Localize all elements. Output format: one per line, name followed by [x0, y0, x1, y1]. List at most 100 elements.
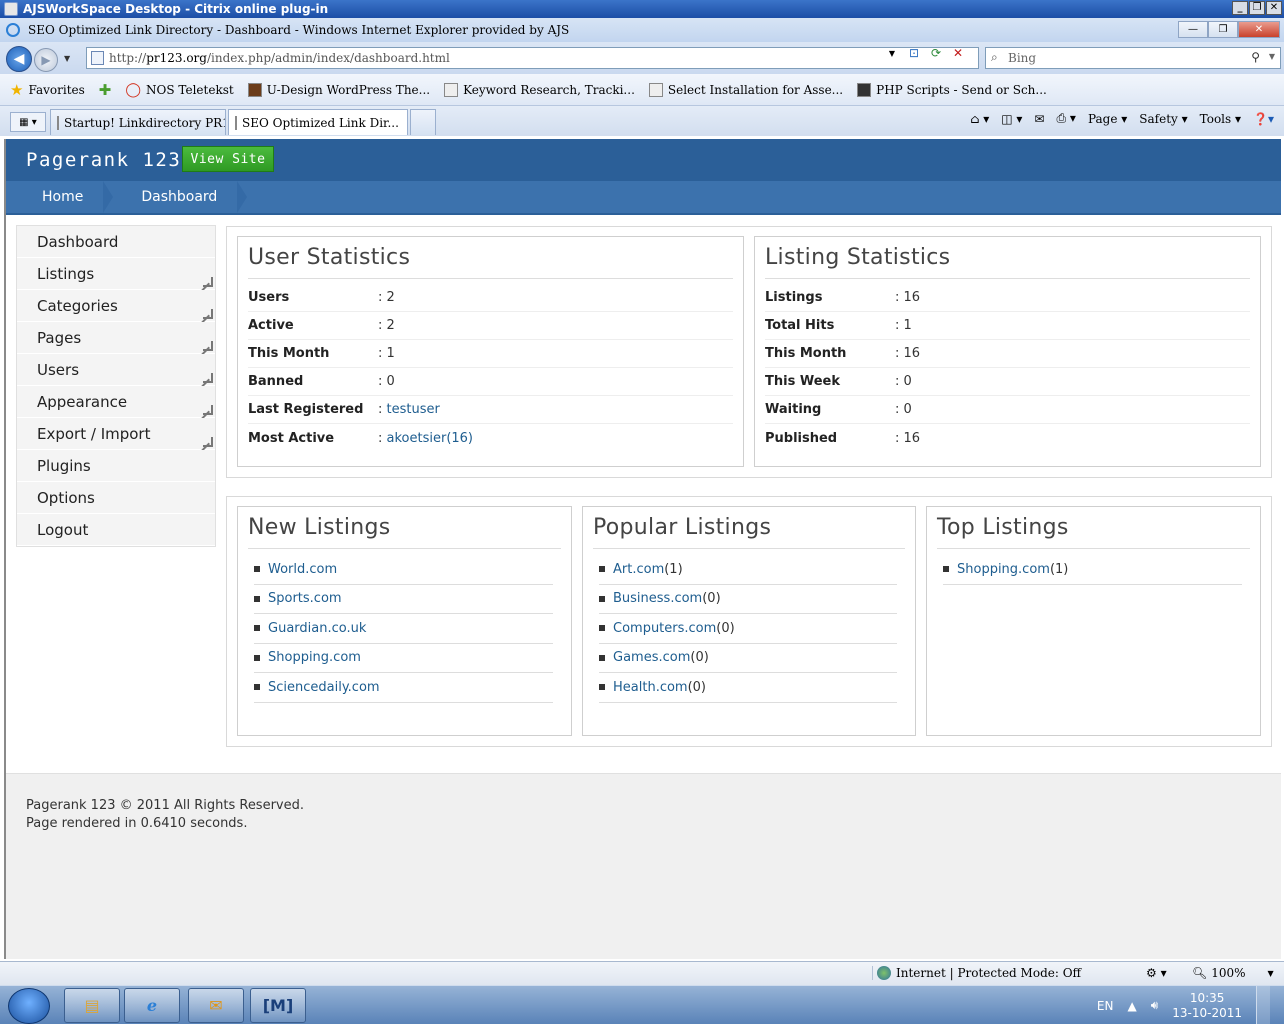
outlook-icon: ✉	[209, 996, 223, 1015]
home-icon[interactable]: ⌂ ▾	[970, 112, 989, 126]
minimize-button[interactable]: _	[1232, 1, 1248, 15]
list-item: Business.com (0)	[599, 585, 897, 614]
restore-button[interactable]: ❐	[1249, 1, 1265, 15]
tab-startup[interactable]: Startup! Linkdirectory PR1...	[50, 109, 226, 135]
browser-restore-button[interactable]: ❐	[1208, 21, 1238, 38]
list-item: Sports.com	[254, 585, 553, 614]
favorite-link-keyword[interactable]: Keyword Research, Tracki...	[444, 82, 635, 97]
sidebar-item-dashboard[interactable]: Dashboard	[17, 226, 215, 258]
ie-page-icon	[444, 82, 459, 97]
address-dropdown-icon[interactable]: ▼	[884, 45, 900, 61]
stat-row: Waiting: 0	[765, 396, 1250, 424]
search-icon[interactable]: ⚲	[1251, 50, 1260, 64]
bullet-icon	[254, 654, 260, 661]
bullet-icon	[599, 595, 605, 602]
search-options-icon[interactable]: ▼	[1269, 52, 1275, 61]
feeds-icon[interactable]: ◫ ▾	[1001, 112, 1022, 126]
sidebar-item-options[interactable]: Options	[17, 482, 215, 514]
volume-icon[interactable]: 🔊︎	[1151, 998, 1159, 1013]
sidebar-item-categories[interactable]: Categories	[17, 290, 215, 322]
ie-icon: e	[146, 996, 158, 1015]
popular-listings-title: Popular Listings	[593, 507, 905, 549]
sidebar-item-users[interactable]: Users	[17, 354, 215, 386]
search-bar[interactable]: ⌕ Bing ⚲ ▼	[985, 47, 1281, 69]
stat-row: Most Active: akoetsier(16)	[248, 430, 474, 446]
brand-title: Pagerank 123	[26, 149, 182, 171]
breadcrumb-home[interactable]: Home	[6, 181, 114, 213]
browser-title-bar: SEO Optimized Link Directory - Dashboard…	[0, 18, 1284, 42]
view-site-button[interactable]: View Site	[182, 146, 274, 172]
language-indicator[interactable]: EN	[1097, 999, 1114, 1013]
favorite-link-udesign[interactable]: U-Design WordPress The...	[247, 82, 430, 97]
sidebar-item-export-import[interactable]: Export / Import	[17, 418, 215, 450]
listing-statistics-table: Listings: 16 Total Hits: 1 This Month: 1…	[765, 279, 1250, 452]
clock[interactable]: 10:35 13-10-2011	[1172, 991, 1242, 1021]
tools-menu[interactable]: Tools ▾	[1200, 112, 1241, 126]
favorite-link-nos[interactable]: ◯ NOS Teletekst	[125, 82, 233, 98]
quick-tabs-button[interactable]: ▦ ▾	[10, 112, 46, 132]
bullet-icon	[599, 654, 605, 661]
sidebar-item-logout[interactable]: Logout	[17, 514, 215, 546]
mail-icon[interactable]: ✉	[1034, 112, 1044, 126]
taskbar-outlook[interactable]: ✉	[188, 988, 244, 1023]
screen: AJSWorkSpace Desktop - Citrix online plu…	[0, 0, 1284, 1024]
list-item: Art.com (1)	[599, 555, 897, 585]
last-registered-link[interactable]: testuser	[387, 402, 440, 417]
tray-arrow-icon[interactable]: ▲	[1127, 999, 1136, 1013]
sidebar-item-appearance[interactable]: Appearance	[17, 386, 215, 418]
forward-button[interactable]: ▶	[34, 48, 58, 72]
favorite-link-php[interactable]: PHP Scripts - Send or Sch...	[857, 82, 1047, 97]
browser-minimize-button[interactable]: —	[1178, 21, 1208, 38]
protected-mode-icon[interactable]: ⚙ ▾	[1146, 966, 1167, 980]
taskbar: ▤ e ✉ [M] EN ▲ 🔊︎ 10:35 13-10-2011	[0, 985, 1284, 1024]
back-button[interactable]: ◀	[6, 46, 32, 72]
popular-listings-box: Popular Listings Art.com (1) Business.co…	[582, 506, 916, 736]
taskbar-mail-app[interactable]: [M]	[250, 988, 306, 1023]
listing-statistics-title: Listing Statistics	[765, 237, 1250, 279]
sidebar-item-pages[interactable]: Pages	[17, 322, 215, 354]
taskbar-internet-explorer[interactable]: e	[124, 988, 180, 1023]
list-item: Computers.com (0)	[599, 614, 897, 644]
stat-row: Last Registered: testuser	[248, 396, 733, 424]
favorites-button[interactable]: ★ Favorites	[10, 81, 85, 99]
safety-menu[interactable]: Safety ▾	[1139, 112, 1187, 126]
arrow-left-icon: ◀	[13, 51, 25, 67]
close-button[interactable]: ✕	[1266, 1, 1282, 15]
page-menu[interactable]: Page ▾	[1088, 112, 1127, 126]
most-active-link[interactable]: akoetsier(16)	[387, 431, 474, 446]
list-item: Shopping.com (1)	[943, 555, 1242, 585]
address-host: pr123.org	[146, 51, 207, 65]
stat-row: Listings: 16	[765, 284, 1250, 312]
add-favorite-icon: ✚	[98, 80, 112, 99]
favorite-link-installation[interactable]: Select Installation for Asse...	[648, 82, 843, 97]
compatibility-view-icon[interactable]: ⊡	[906, 45, 922, 61]
top-listings-list: Shopping.com (1)	[937, 549, 1250, 585]
app-header: Pagerank 123 View Site	[6, 139, 1281, 181]
sidebar-item-plugins[interactable]: Plugins	[17, 450, 215, 482]
breadcrumb-dashboard[interactable]: Dashboard	[105, 181, 248, 213]
history-dropdown-icon[interactable]: ▼	[64, 54, 70, 63]
print-icon[interactable]: ⎙ ▾	[1057, 111, 1076, 126]
sidebar-item-listings[interactable]: Listings	[17, 258, 215, 290]
security-zone[interactable]: Internet | Protected Mode: Off	[872, 966, 1081, 980]
tab-seo-dashboard[interactable]: SEO Optimized Link Dir... ✕	[228, 109, 408, 135]
help-icon[interactable]: ❓▾	[1253, 112, 1274, 126]
list-item: World.com	[254, 555, 553, 585]
taskbar-explorer[interactable]: ▤	[64, 988, 120, 1023]
browser-window-controls: — ❐ ✕	[1178, 21, 1280, 38]
stop-icon[interactable]: ✕	[950, 45, 966, 61]
show-desktop-button[interactable]	[1256, 986, 1270, 1024]
ie-page-icon	[57, 115, 59, 130]
expand-corner-icon	[203, 341, 213, 351]
start-button[interactable]	[8, 988, 50, 1024]
add-favorite-button[interactable]: ✚	[99, 81, 112, 99]
stat-row: This Month: 1	[248, 340, 733, 368]
clock-time: 10:35	[1189, 990, 1225, 1005]
browser-close-button[interactable]: ✕	[1238, 21, 1280, 38]
search-placeholder: Bing	[1008, 51, 1037, 65]
refresh-icon[interactable]: ⟳	[928, 45, 944, 61]
new-listings-list: World.com Sports.com Guardian.co.uk Shop…	[248, 549, 561, 703]
address-bar[interactable]: http://pr123.org/index.php/admin/index/d…	[86, 47, 979, 69]
new-tab-button[interactable]	[410, 109, 436, 135]
zoom-control[interactable]: 🔍︎ 100% ▼	[1192, 966, 1274, 980]
